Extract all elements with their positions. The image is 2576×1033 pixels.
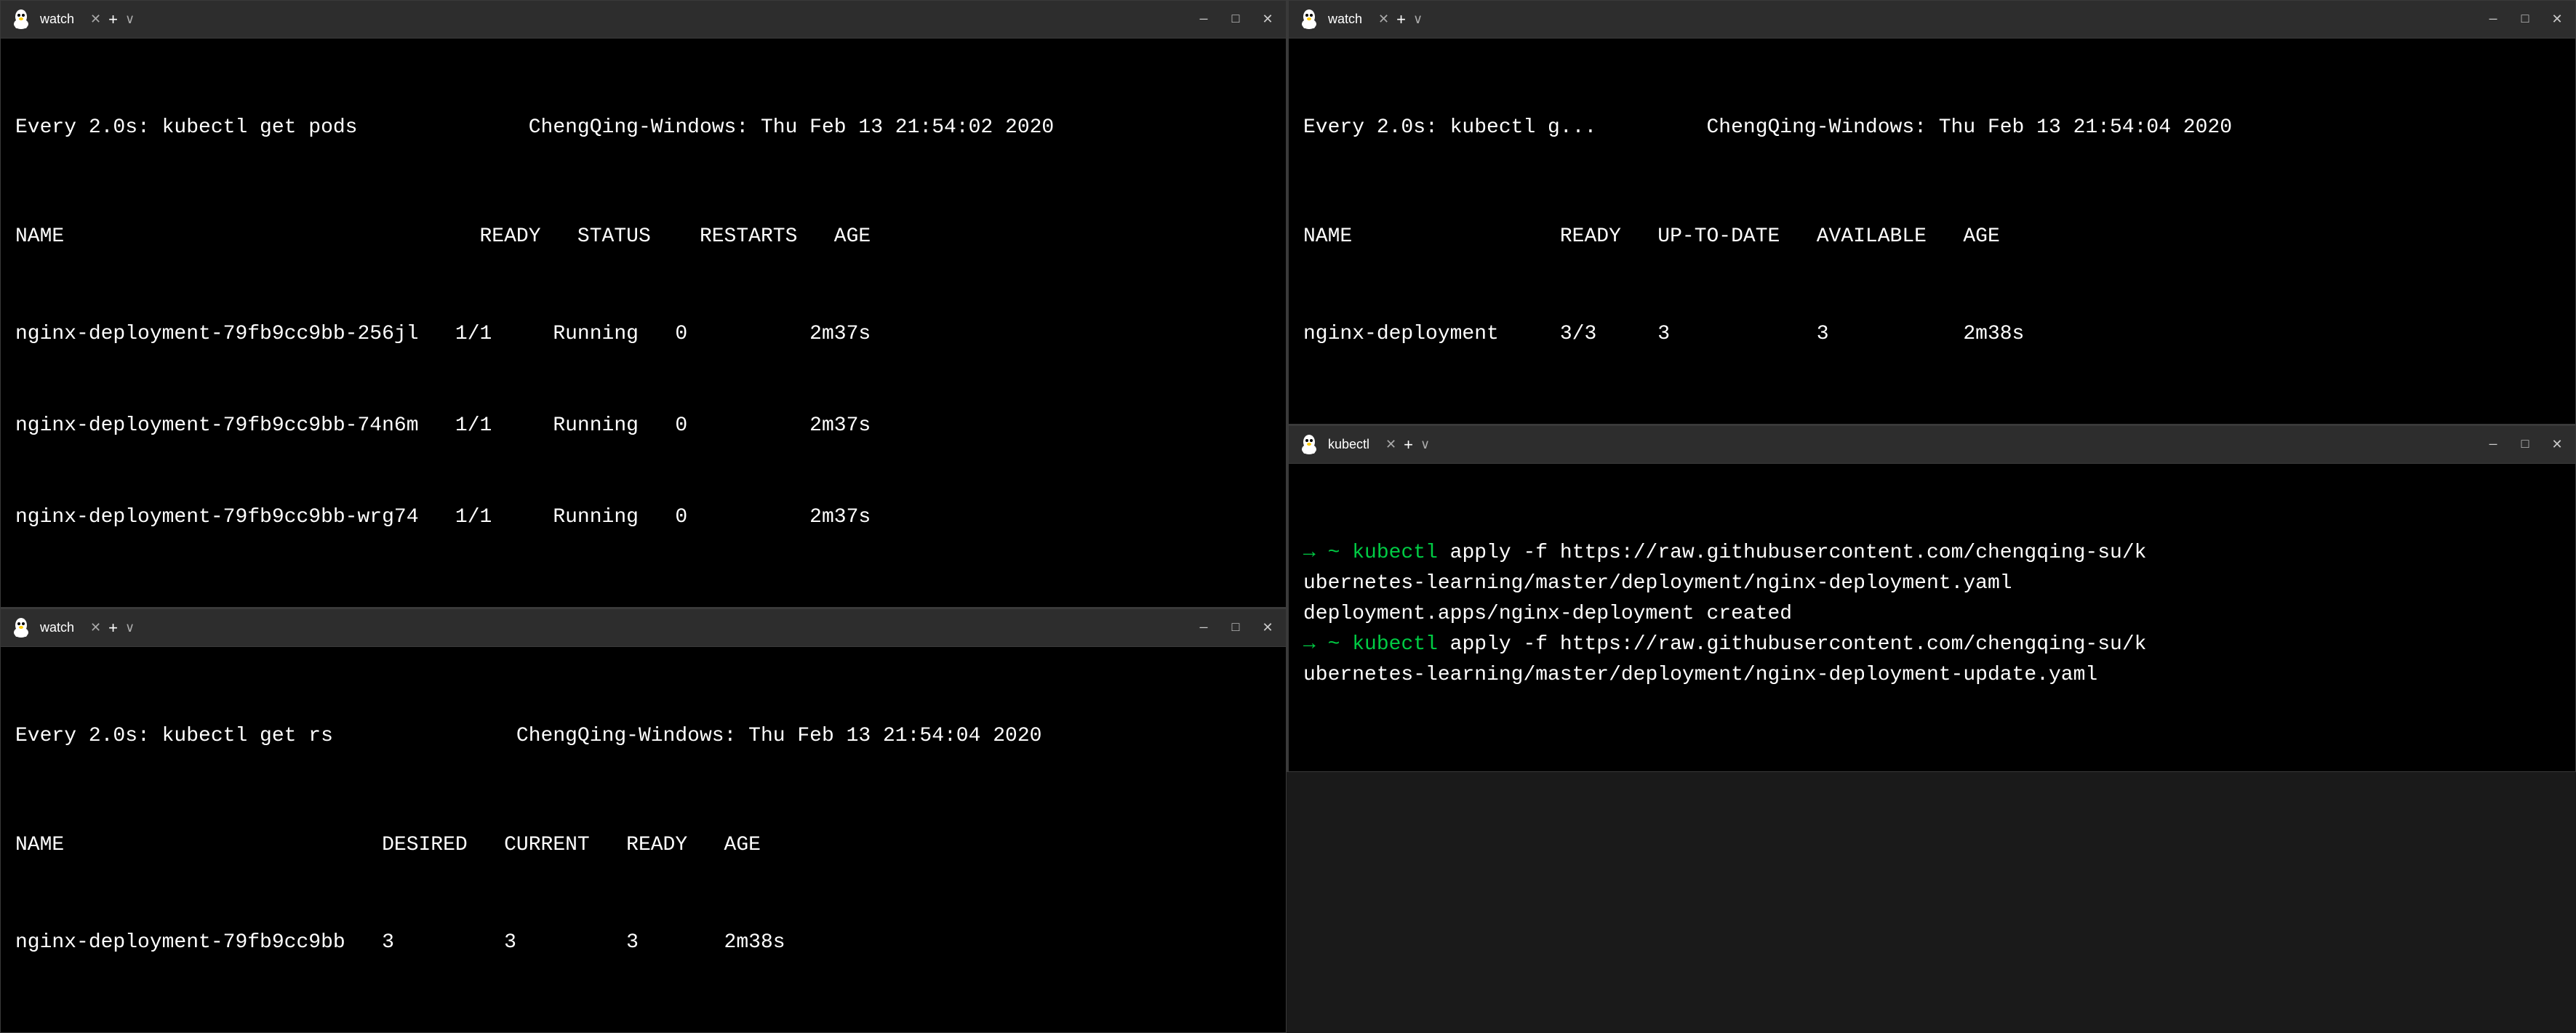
add-tab-btn-top-left[interactable]: + bbox=[108, 10, 118, 29]
table-row-0-bottom-left: nginx-deployment-79fb9cc9bb 3 3 3 2m38s bbox=[15, 928, 1271, 958]
terminal-line: → ~ kubectl apply -f https://raw.githubu… bbox=[1303, 630, 2561, 660]
add-tab-btn-top-right[interactable]: + bbox=[1396, 10, 1406, 29]
table-header-bottom-left: NAME DESIRED CURRENT READY AGE bbox=[15, 830, 1271, 861]
terminal-content-bottom-right: → ~ kubectl apply -f https://raw.githubu… bbox=[1289, 464, 2575, 771]
tab-close-bottom-left[interactable]: ✕ bbox=[90, 620, 101, 635]
watch-header-bottom-left: Every 2.0s: kubectl get rs ChengQing-Win… bbox=[15, 721, 1271, 752]
add-tab-btn-bottom-right[interactable]: + bbox=[1404, 435, 1413, 454]
main-container: watch ✕ + ∨ — □ ✕ Every 2.0s: kubectl ge… bbox=[0, 0, 2576, 772]
terminal-window-bottom-right: kubectl ✕ + ∨ — □ ✕ → ~ kubectl apply -f… bbox=[1288, 425, 2576, 772]
win-controls-top-right: — □ ✕ bbox=[2484, 10, 2567, 29]
maximize-btn-top-left[interactable]: □ bbox=[1226, 10, 1245, 29]
tab-title-bottom-left: watch bbox=[40, 620, 74, 635]
linux-icon-top-right bbox=[1297, 8, 1321, 31]
terminal-window-top-right: watch ✕ + ∨ — □ ✕ Every 2.0s: kubectl g.… bbox=[1288, 0, 2576, 425]
right-column: watch ✕ + ∨ — □ ✕ Every 2.0s: kubectl g.… bbox=[1288, 0, 2576, 772]
table-row-0-top-right: nginx-deployment 3/3 3 3 2m38s bbox=[1303, 319, 2561, 350]
title-bar-top-right: watch ✕ + ∨ — □ ✕ bbox=[1289, 1, 2575, 39]
title-bar-left-top-right: watch ✕ + ∨ bbox=[1297, 8, 2484, 31]
table-row-2-top-left: nginx-deployment-79fb9cc9bb-wrg74 1/1 Ru… bbox=[15, 502, 1271, 533]
tab-chevron-top-right[interactable]: ∨ bbox=[1413, 12, 1423, 27]
linux-icon-bottom-left bbox=[9, 616, 33, 640]
tab-close-top-right[interactable]: ✕ bbox=[1378, 12, 1389, 27]
terminal-content-top-right: Every 2.0s: kubectl g... ChengQing-Windo… bbox=[1289, 39, 2575, 424]
linux-icon bbox=[9, 8, 33, 31]
terminal-line: ubernetes-learning/master/deployment/ngi… bbox=[1303, 568, 2561, 599]
table-row-1-top-left: nginx-deployment-79fb9cc9bb-74n6m 1/1 Ru… bbox=[15, 411, 1271, 441]
window-close-btn-top-left[interactable]: ✕ bbox=[1258, 10, 1277, 29]
linux-icon-bottom-right bbox=[1297, 433, 1321, 457]
table-header-top-right: NAME READY UP-TO-DATE AVAILABLE AGE bbox=[1303, 222, 2561, 252]
minimize-btn-top-left[interactable]: — bbox=[1194, 10, 1213, 29]
terminal-line: ubernetes-learning/master/deployment/ngi… bbox=[1303, 660, 2561, 691]
table-row-0-top-left: nginx-deployment-79fb9cc9bb-256jl 1/1 Ru… bbox=[15, 319, 1271, 350]
table-header-top-left: NAME READY STATUS RESTARTS AGE bbox=[15, 222, 1271, 252]
terminal-content-top-left: Every 2.0s: kubectl get pods ChengQing-W… bbox=[1, 39, 1286, 607]
window-close-btn-top-right[interactable]: ✕ bbox=[2548, 10, 2567, 29]
terminal-line: deployment.apps/nginx-deployment created bbox=[1303, 599, 2561, 630]
title-bar-left-bottom-right: kubectl ✕ + ∨ bbox=[1297, 433, 2484, 457]
tab-chevron-top-left[interactable]: ∨ bbox=[125, 12, 135, 27]
watch-header-top-right: Every 2.0s: kubectl g... ChengQing-Windo… bbox=[1303, 113, 2561, 143]
add-tab-btn-bottom-left[interactable]: + bbox=[108, 619, 118, 638]
tab-title-top-right: watch bbox=[1328, 12, 1362, 27]
minimize-btn-bottom-left[interactable]: — bbox=[1194, 619, 1213, 638]
terminal-window-bottom-left: watch ✕ + ∨ — □ ✕ Every 2.0s: kubectl ge… bbox=[0, 608, 1287, 1033]
win-controls-top-left: — □ ✕ bbox=[1194, 10, 1277, 29]
tab-chevron-bottom-left[interactable]: ∨ bbox=[125, 620, 135, 635]
window-close-btn-bottom-left[interactable]: ✕ bbox=[1258, 619, 1277, 638]
tab-title-bottom-right: kubectl bbox=[1328, 437, 1369, 452]
title-bar-left-bottom: watch ✕ + ∨ bbox=[9, 616, 1194, 640]
tab-chevron-bottom-right[interactable]: ∨ bbox=[1420, 437, 1430, 452]
watch-header-top-left: Every 2.0s: kubectl get pods ChengQing-W… bbox=[15, 113, 1271, 143]
tab-close-bottom-right[interactable]: ✕ bbox=[1385, 437, 1396, 452]
win-controls-bottom-left: — □ ✕ bbox=[1194, 619, 1277, 638]
win-controls-bottom-right: — □ ✕ bbox=[2484, 435, 2567, 454]
minimize-btn-bottom-right[interactable]: — bbox=[2484, 435, 2503, 454]
maximize-btn-top-right[interactable]: □ bbox=[2516, 10, 2535, 29]
left-column: watch ✕ + ∨ — □ ✕ Every 2.0s: kubectl ge… bbox=[0, 0, 1288, 772]
terminal-content-bottom-left: Every 2.0s: kubectl get rs ChengQing-Win… bbox=[1, 647, 1286, 1032]
tab-close-top-left[interactable]: ✕ bbox=[90, 12, 101, 27]
minimize-btn-top-right[interactable]: — bbox=[2484, 10, 2503, 29]
maximize-btn-bottom-right[interactable]: □ bbox=[2516, 435, 2535, 454]
window-close-btn-bottom-right[interactable]: ✕ bbox=[2548, 435, 2567, 454]
title-bar-top-left: watch ✕ + ∨ — □ ✕ bbox=[1, 1, 1286, 39]
title-bar-bottom-left: watch ✕ + ∨ — □ ✕ bbox=[1, 609, 1286, 647]
maximize-btn-bottom-left[interactable]: □ bbox=[1226, 619, 1245, 638]
title-bar-left: watch ✕ + ∨ bbox=[9, 8, 1194, 31]
terminal-window-top-left: watch ✕ + ∨ — □ ✕ Every 2.0s: kubectl ge… bbox=[0, 0, 1287, 608]
tab-title-top-left: watch bbox=[40, 12, 74, 27]
terminal-line: → ~ kubectl apply -f https://raw.githubu… bbox=[1303, 538, 2561, 568]
title-bar-bottom-right: kubectl ✕ + ∨ — □ ✕ bbox=[1289, 426, 2575, 464]
